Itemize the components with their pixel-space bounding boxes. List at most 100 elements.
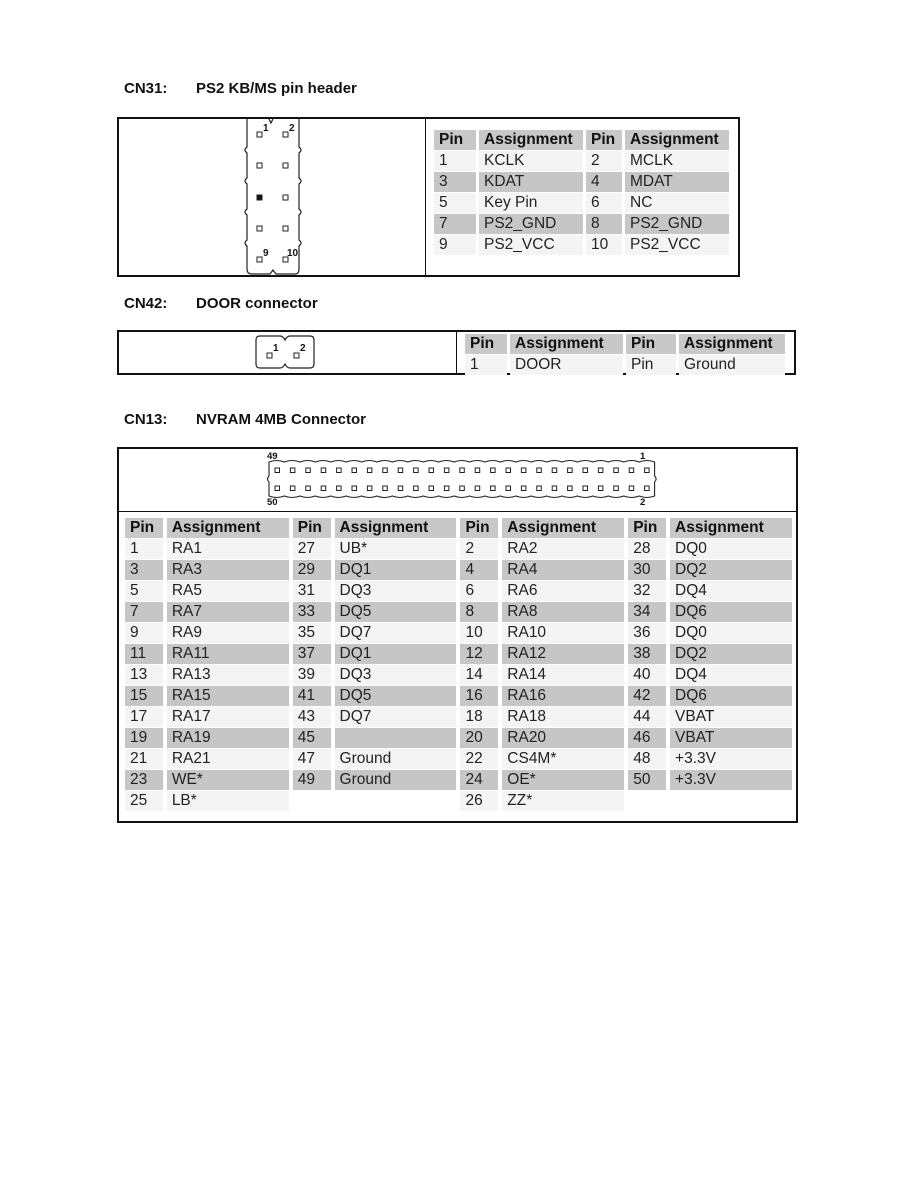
assignment-cell: KCLK [479,151,583,171]
table-row: 19 RA19 45 20 RA20 46 VBAT [125,728,792,748]
col-assignment: Assignment [625,130,729,150]
col-assignment: Assignment [334,518,457,538]
pin-number-cell: 47 [292,749,331,769]
assignment-cell [335,791,457,811]
pin-39 [351,467,357,473]
pin-40 [351,485,357,491]
pin-20 [505,485,511,491]
table-header-row: Pin Assignment Pin Assignment Pin Assign… [125,518,792,538]
pin-number-cell: 20 [460,728,499,748]
assignment-cell: DQ1 [334,644,457,664]
pin-number-cell: 5 [125,581,163,601]
col-assignment: Assignment [679,334,785,354]
assignment-cell: RA20 [502,728,625,748]
pin-9 [256,256,263,263]
assignment-cell: CS4M* [502,749,625,769]
pin-4 [628,485,635,491]
pin-number-cell: 16 [460,686,499,706]
assignment-cell: RA6 [502,581,625,601]
assignment-cell: DQ2 [670,644,792,664]
pin-number-cell: 39 [292,665,331,685]
pin-29 [428,467,434,473]
cn13-pin-table: Pin Assignment Pin Assignment Pin Assign… [121,517,796,812]
cn13-label-50: 50 [267,497,278,508]
table-row: 25 LB* 26 ZZ* [125,791,792,811]
pin-50 [274,485,280,491]
pin-21 [490,467,496,473]
cn31-panel: 1 2 9 10 Pin Assignment Pin Assignment 1… [117,117,740,277]
cn31-label-1: 1 [263,123,269,134]
pin-45 [305,467,311,473]
pin-8 [282,225,289,232]
cn13-connector-outline [266,459,657,499]
pin-number-cell: 48 [628,749,667,769]
assignment-cell: RA7 [166,602,289,622]
pin-1 [644,467,650,473]
pin-31 [413,467,419,473]
assignment-cell: RA12 [502,644,625,664]
assignment-cell: RA17 [166,707,289,727]
pin-number-cell: 9 [125,623,163,643]
pin-1 [266,352,273,359]
table-row: 1 RA1 27 UB* 2 RA2 28 DQ0 [125,539,792,559]
pin-number-cell: 35 [292,623,331,643]
col-pin: Pin [628,518,667,538]
pin-number-cell: 6 [460,581,499,601]
assignment-cell: DQ6 [670,602,792,622]
pin-2 [282,131,289,138]
table-row: 3 KDAT 4 MDAT [434,172,729,192]
pin-17 [520,467,527,473]
col-assignment: Assignment [510,334,623,354]
assignment-cell: RA10 [502,623,625,643]
pin-33 [397,467,404,473]
pin-number-cell: 46 [628,728,667,748]
table-row: 23 WE* 49 Ground 24 OE* 50 +3.3V [125,770,792,790]
assignment-cell: RA3 [166,560,289,580]
cn42-heading: CN42: DOOR connector [124,295,318,312]
pin-25 [459,467,465,473]
pin-6 [282,194,289,201]
pin-43 [320,467,327,473]
assignment-cell: DQ3 [334,581,457,601]
cn42-panel: 1 2 Pin Assignment Pin Assignment 1 DOOR P… [117,330,796,375]
pin-number-cell: 3 [125,560,163,580]
assignment-cell: RA9 [166,623,289,643]
assignment-cell: RA1 [166,539,289,559]
pin-6 [613,485,619,491]
col-assignment: Assignment [479,130,583,150]
cn42-divider [456,332,457,373]
pin-number-cell: 15 [125,686,163,706]
pin-number-cell: 18 [460,707,499,727]
pin-14 [551,485,558,491]
cn13-heading: CN13: NVRAM 4MB Connector [124,411,366,428]
pin-number-cell: 13 [125,665,163,685]
pin-15 [536,467,542,473]
cn31-code: CN31: [124,80,168,97]
pin-number-cell: 40 [628,665,667,685]
assignment-cell: MCLK [625,151,729,171]
assignment-cell: NC [625,193,729,213]
table-row: 9 PS2_VCC 10 PS2_VCC [434,235,729,255]
pin-5 [256,194,263,201]
assignment-cell: PS2_VCC [625,235,729,255]
pin-12 [567,485,573,491]
assignment-cell: PS2_VCC [479,235,583,255]
cn42-title: DOOR connector [196,295,318,312]
assignment-cell: Ground [679,355,785,375]
pin-1 [256,131,263,138]
table-row: 7 RA7 33 DQ5 8 RA8 34 DQ6 [125,602,792,622]
pin-49 [274,467,280,473]
assignment-cell: DQ0 [670,623,792,643]
cn31-label-10: 10 [287,248,299,259]
table-row: 3 RA3 29 DQ1 4 RA4 30 DQ2 [125,560,792,580]
table-row: 11 RA11 37 DQ1 12 RA12 38 DQ2 [125,644,792,664]
pin-number-cell: 8 [586,214,622,234]
table-row: 9 RA9 35 DQ7 10 RA10 36 DQ0 [125,623,792,643]
pin-number-cell: 22 [460,749,499,769]
table-row: 1 KCLK 2 MCLK [434,151,729,171]
pin-number-cell: 2 [460,539,499,559]
pin-7 [256,225,263,232]
cn42-code: CN42: [124,295,168,312]
pin-number-cell: 50 [628,770,667,790]
pin-number-cell: 28 [628,539,667,559]
